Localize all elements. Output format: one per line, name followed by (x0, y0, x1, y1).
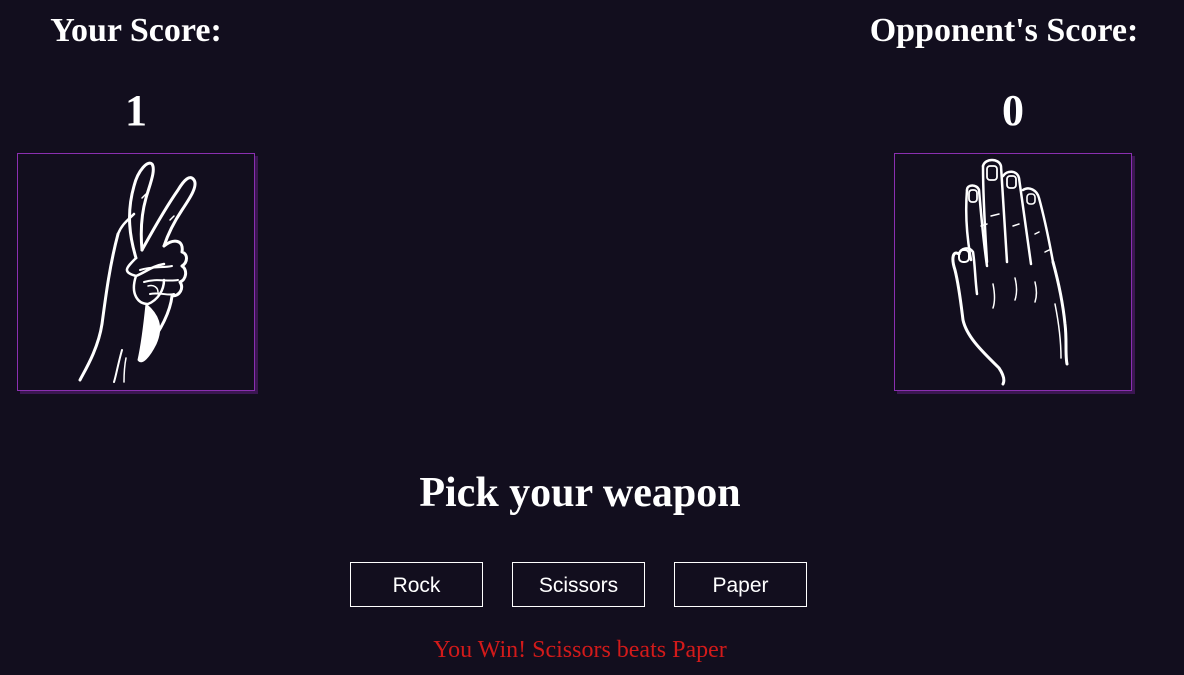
player-score-label: Your Score: (50, 12, 222, 49)
player-score-value: 1 (125, 86, 147, 135)
opponent-hand-box (894, 153, 1132, 391)
rock-button[interactable]: Rock (350, 562, 483, 607)
scissors-button[interactable]: Scissors (512, 562, 645, 607)
pick-weapon-heading: Pick your weapon (419, 470, 741, 516)
game-page: Your Score: 1 Opponent's Score: 0 Pick y… (0, 0, 1184, 675)
paper-hand-icon (951, 158, 1069, 386)
paper-button[interactable]: Paper (674, 562, 807, 607)
opponent-score-label: Opponent's Score: (869, 12, 1139, 49)
result-message: You Win! Scissors beats Paper (433, 637, 727, 663)
opponent-score-value: 0 (1002, 86, 1024, 135)
weapon-buttons: Rock Scissors Paper (350, 562, 810, 609)
player-hand-box (17, 153, 255, 391)
scissors-hand-icon (78, 161, 197, 383)
